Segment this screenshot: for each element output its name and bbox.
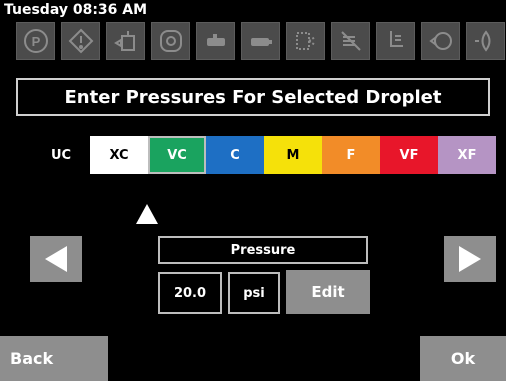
toolbar: P: [16, 22, 506, 66]
edit-button[interactable]: Edit: [286, 270, 370, 314]
datetime-display: Tuesday 08:36 AM: [4, 2, 148, 18]
arrow-right-icon: [459, 246, 481, 272]
hand-pressure-icon[interactable]: [376, 22, 415, 60]
selection-caret-icon: [136, 204, 158, 224]
nozzle-tank-icon[interactable]: [106, 22, 145, 60]
pressure-label: Pressure: [158, 236, 368, 264]
pressure-unit: psi: [228, 272, 280, 314]
page-title: Enter Pressures For Selected Droplet: [16, 78, 490, 116]
droplet-m[interactable]: M: [264, 136, 322, 174]
next-button[interactable]: [444, 236, 496, 282]
svg-text:P: P: [31, 34, 40, 49]
ok-button[interactable]: Ok: [420, 336, 506, 381]
droplet-vf[interactable]: VF: [380, 136, 438, 174]
droplet-xc[interactable]: XC: [90, 136, 148, 174]
arrow-left-icon: [45, 246, 67, 272]
droplet-xf[interactable]: XF: [438, 136, 496, 174]
boom-section-icon[interactable]: [151, 22, 190, 60]
spray-nozzle-icon[interactable]: [241, 22, 280, 60]
nozzle-icon[interactable]: [196, 22, 235, 60]
droplet-uc[interactable]: UC: [32, 136, 90, 174]
flow-valve-icon[interactable]: [421, 22, 460, 60]
spray-pattern-icon[interactable]: [286, 22, 325, 60]
spray-drop-icon[interactable]: [466, 22, 505, 60]
no-spray-icon[interactable]: [331, 22, 370, 60]
droplet-selector: UC XC VC C M F VF XF: [32, 136, 496, 174]
droplet-f[interactable]: F: [322, 136, 380, 174]
parking-icon[interactable]: P: [16, 22, 55, 60]
back-button[interactable]: Back: [0, 336, 108, 381]
droplet-vc[interactable]: VC: [148, 136, 206, 174]
pressure-value: 20.0: [158, 272, 222, 314]
droplet-c[interactable]: C: [206, 136, 264, 174]
warning-icon[interactable]: [61, 22, 100, 60]
previous-button[interactable]: [30, 236, 82, 282]
